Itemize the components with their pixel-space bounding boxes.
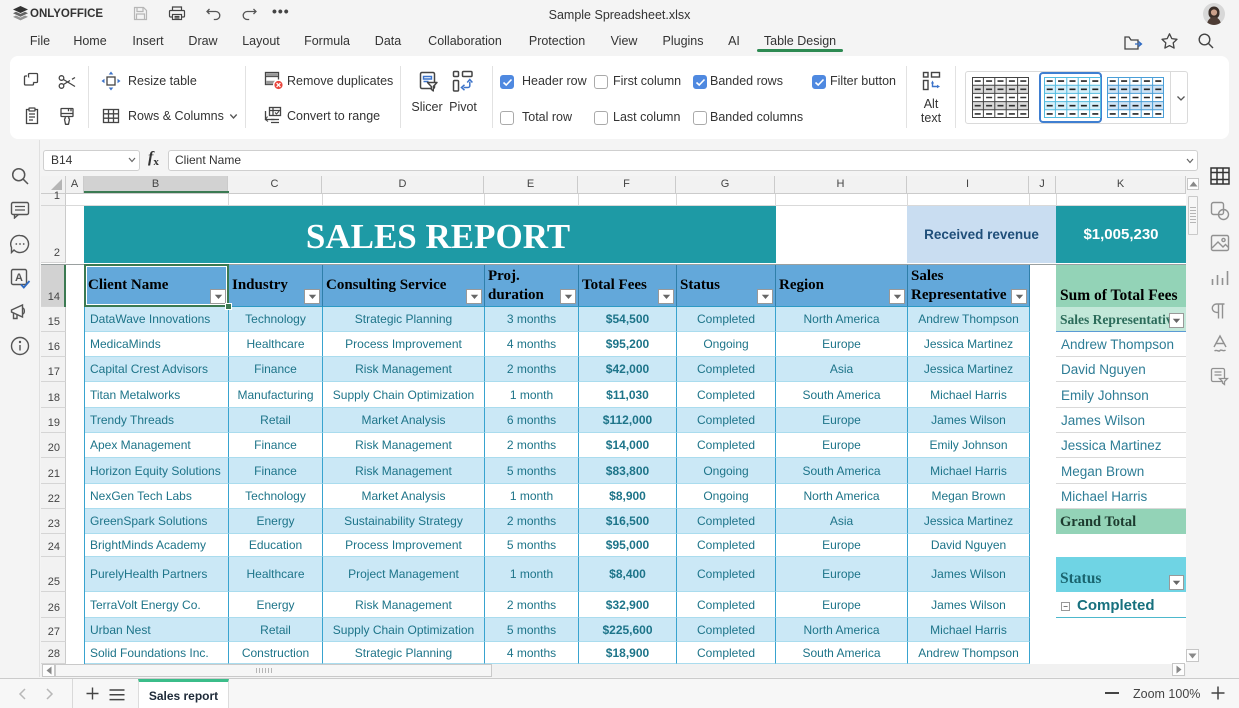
svg-text:A: A	[15, 272, 23, 284]
